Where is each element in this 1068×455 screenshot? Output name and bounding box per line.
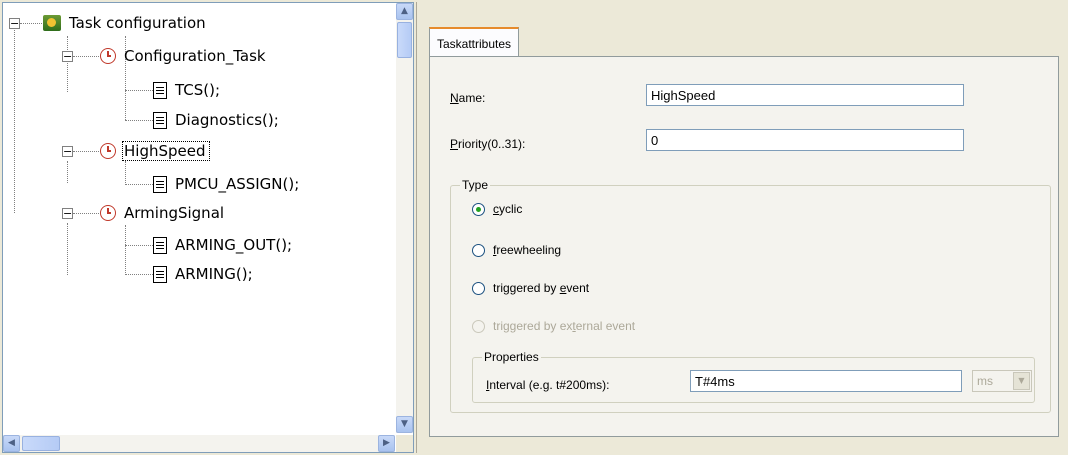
document-icon — [153, 175, 167, 193]
tree-task-armingsignal[interactable]: ArmingSignal — [100, 204, 226, 222]
document-icon — [153, 111, 167, 129]
tree-task-configuration-task[interactable]: Configuration_Task — [100, 47, 268, 65]
document-icon — [153, 236, 167, 254]
tree-program-pmcu-assign[interactable]: PMCU_ASSIGN(); — [153, 175, 301, 193]
root-collapse-toggle[interactable]: − — [9, 18, 20, 29]
scroll-right-icon[interactable]: ▶ — [378, 435, 395, 452]
tree-program-tcs[interactable]: TCS(); — [153, 81, 222, 99]
task-tree: − Task configuration − Configuration_Tas… — [3, 3, 395, 433]
radio-label: triggered by event — [493, 281, 590, 295]
radio-label: triggered by external event — [493, 319, 636, 333]
task-tree-pane: − Task configuration − Configuration_Tas… — [2, 2, 414, 453]
radio-cyclic[interactable]: cyclic — [472, 202, 522, 216]
tree-vertical-scrollbar[interactable]: ▲ ▼ — [396, 3, 413, 433]
armingsignal-collapse-toggle[interactable]: − — [62, 208, 73, 219]
tree-program-diagnostics[interactable]: Diagnostics(); — [153, 111, 281, 129]
priority-field[interactable] — [646, 129, 964, 151]
tree-horizontal-scrollbar[interactable]: ◀ ▶ — [3, 435, 395, 452]
clock-icon — [100, 48, 116, 64]
tree-program-arming-out[interactable]: ARMING_OUT(); — [153, 236, 294, 254]
radio-label: cyclic — [493, 202, 523, 216]
taskattributes-panel: Name: Priority(0..31): Type cyclic freew… — [429, 56, 1059, 437]
scroll-left-icon[interactable]: ◀ — [3, 435, 20, 452]
document-icon — [153, 265, 167, 283]
horizontal-scroll-thumb[interactable] — [22, 436, 60, 451]
highspeed-collapse-toggle[interactable]: − — [62, 146, 73, 157]
scroll-up-icon[interactable]: ▲ — [396, 3, 413, 20]
tree-root-label: Task configuration — [69, 14, 206, 32]
scroll-down-icon[interactable]: ▼ — [396, 416, 413, 433]
tree-program-arming[interactable]: ARMING(); — [153, 265, 255, 283]
task-attributes-pane: Taskattributes Name: Priority(0..31): Ty… — [416, 2, 1066, 453]
radio-triggered-by-event[interactable]: triggered by event — [472, 281, 589, 295]
clock-icon — [100, 205, 116, 221]
tree-root-task-configuration[interactable]: Task configuration — [43, 14, 208, 32]
name-field[interactable] — [646, 84, 964, 106]
task-label: ArmingSignal — [124, 204, 225, 222]
program-label: Diagnostics(); — [175, 111, 279, 129]
document-icon — [153, 81, 167, 99]
program-label: ARMING_OUT(); — [175, 236, 293, 254]
name-label: Name: — [450, 91, 486, 105]
interval-unit-select: ms ▼ — [972, 370, 1032, 392]
vertical-scroll-thumb[interactable] — [397, 22, 412, 58]
interval-field[interactable] — [690, 370, 962, 392]
task-configuration-window: − Task configuration − Configuration_Tas… — [0, 0, 1068, 455]
radio-button[interactable] — [472, 281, 485, 295]
configuration-task-collapse-toggle[interactable]: − — [62, 51, 73, 62]
radio-button[interactable] — [472, 202, 485, 216]
program-label: TCS(); — [175, 81, 221, 99]
type-legend: Type — [460, 178, 491, 192]
radio-button — [472, 319, 485, 333]
interval-label: Interval (e.g. t#200ms): — [486, 378, 610, 392]
task-label: Configuration_Task — [124, 47, 266, 65]
tree-task-highspeed[interactable]: HighSpeed — [100, 141, 210, 161]
priority-label: Priority(0..31): — [450, 137, 526, 151]
tab-taskattributes[interactable]: Taskattributes — [429, 27, 520, 57]
radio-triggered-by-external-event: triggered by external event — [472, 319, 635, 333]
chevron-down-icon: ▼ — [1013, 372, 1030, 390]
radio-button[interactable] — [472, 243, 485, 257]
clock-icon — [100, 143, 116, 159]
task-label: HighSpeed — [122, 141, 210, 161]
radio-label: freewheeling — [493, 243, 562, 257]
task-config-icon — [43, 15, 61, 31]
radio-freewheeling[interactable]: freewheeling — [472, 243, 561, 257]
scrollbar-corner — [396, 435, 413, 452]
program-label: ARMING(); — [175, 265, 253, 283]
program-label: PMCU_ASSIGN(); — [175, 175, 300, 193]
properties-legend: Properties — [482, 350, 541, 364]
